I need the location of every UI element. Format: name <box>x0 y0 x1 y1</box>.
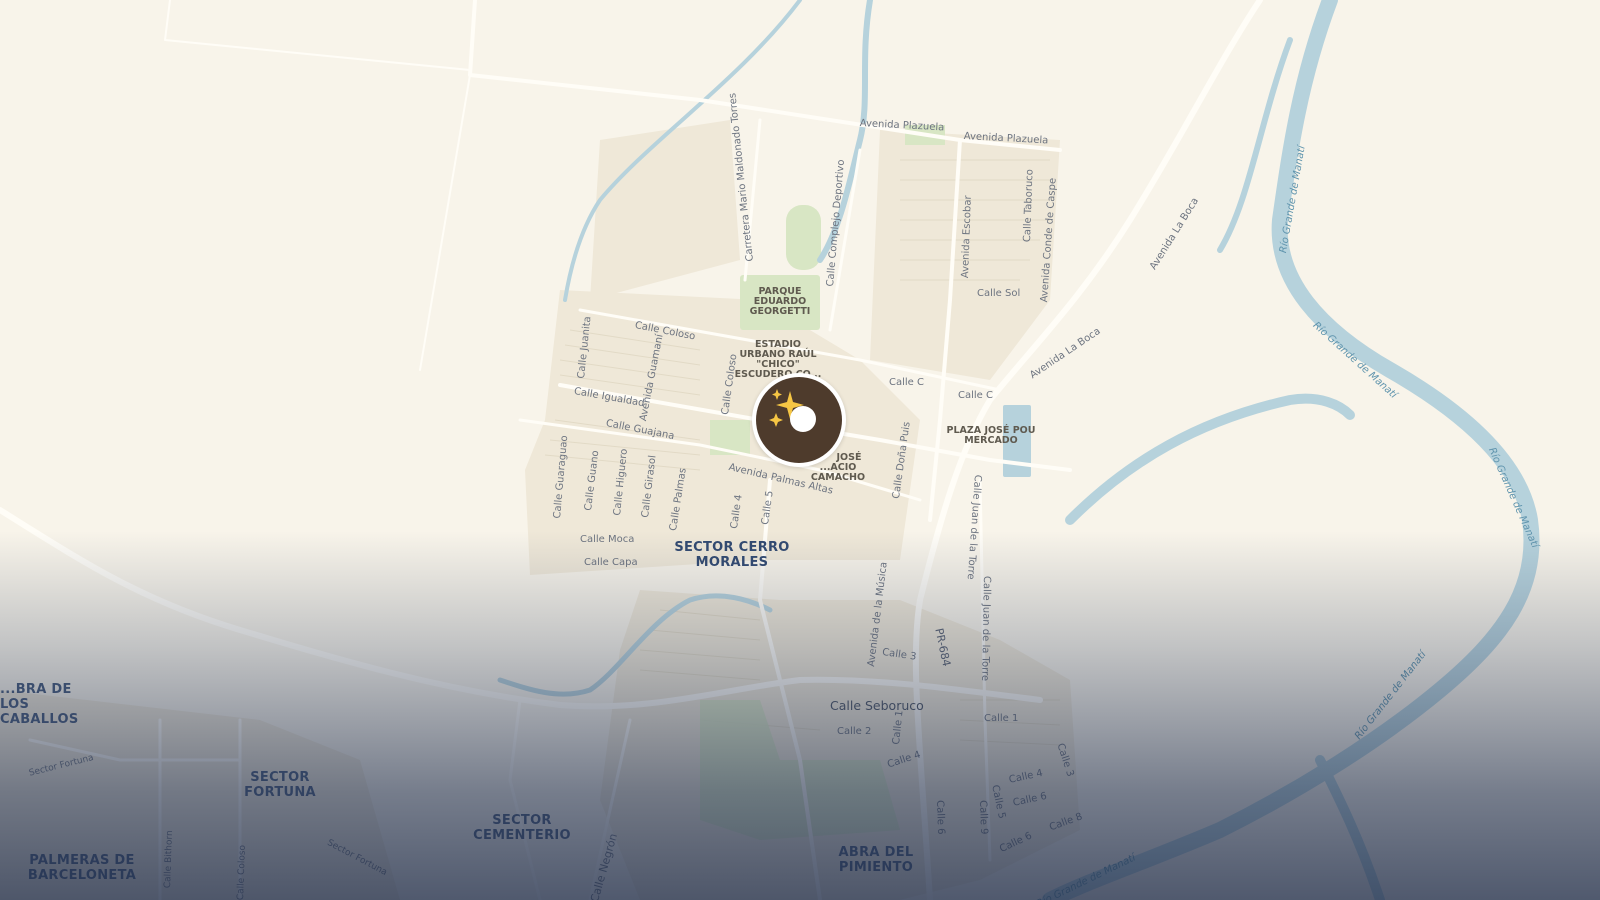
poi-parque-eduardo-georgetti[interactable]: PARQUE EDUARDO GEORGETTI <box>740 287 820 317</box>
area-palmeras-de-barceloneta: PALMERAS DE BARCELONETA <box>27 853 137 883</box>
street-label: Calle 1 <box>984 713 1019 724</box>
street-label: Calle Moca <box>580 534 635 545</box>
street-label: Calle 9 <box>977 800 990 835</box>
street-label: Calle Seboruco <box>830 698 924 713</box>
location-marker[interactable] <box>752 373 846 467</box>
street-label: Calle C <box>889 377 924 388</box>
poi-plaza-jose-pou[interactable]: PLAZA JOSÉ POU MERCADO <box>946 426 1036 446</box>
area-sector-fortuna: SECTOR FORTUNA <box>244 770 316 800</box>
area-sector-cementerio: SECTOR CEMENTERIO <box>473 813 571 843</box>
marker-center <box>790 406 816 432</box>
street-label: Calle Capa <box>584 557 638 568</box>
poi-label-line: MERCADO <box>964 435 1018 446</box>
street-label: Calle 2 <box>837 726 872 737</box>
map-view[interactable]: Avenida Plazuela Avenida Plazuela Carret… <box>0 0 1600 900</box>
street-label: Calle C <box>958 390 993 401</box>
area-abra-de-los-caballos: ...BRA DE LOS CABALLOS <box>0 682 79 727</box>
street-label: Calle 6 <box>934 800 947 835</box>
street-label: Calle Coloso <box>236 844 248 900</box>
street-label: Calle Sol <box>977 288 1021 299</box>
poi-label-line: CAMACHO <box>810 472 866 483</box>
area-abra-del-pimiento: ABRA DEL PIMIENTO <box>838 845 914 875</box>
marker-disc <box>756 377 842 463</box>
street-label: Calle Juan de la Torre <box>979 575 992 682</box>
area-sector-cerro-morales: SECTOR CERRO MORALES <box>674 540 790 570</box>
street-label: Calle Bithorn <box>163 830 176 889</box>
